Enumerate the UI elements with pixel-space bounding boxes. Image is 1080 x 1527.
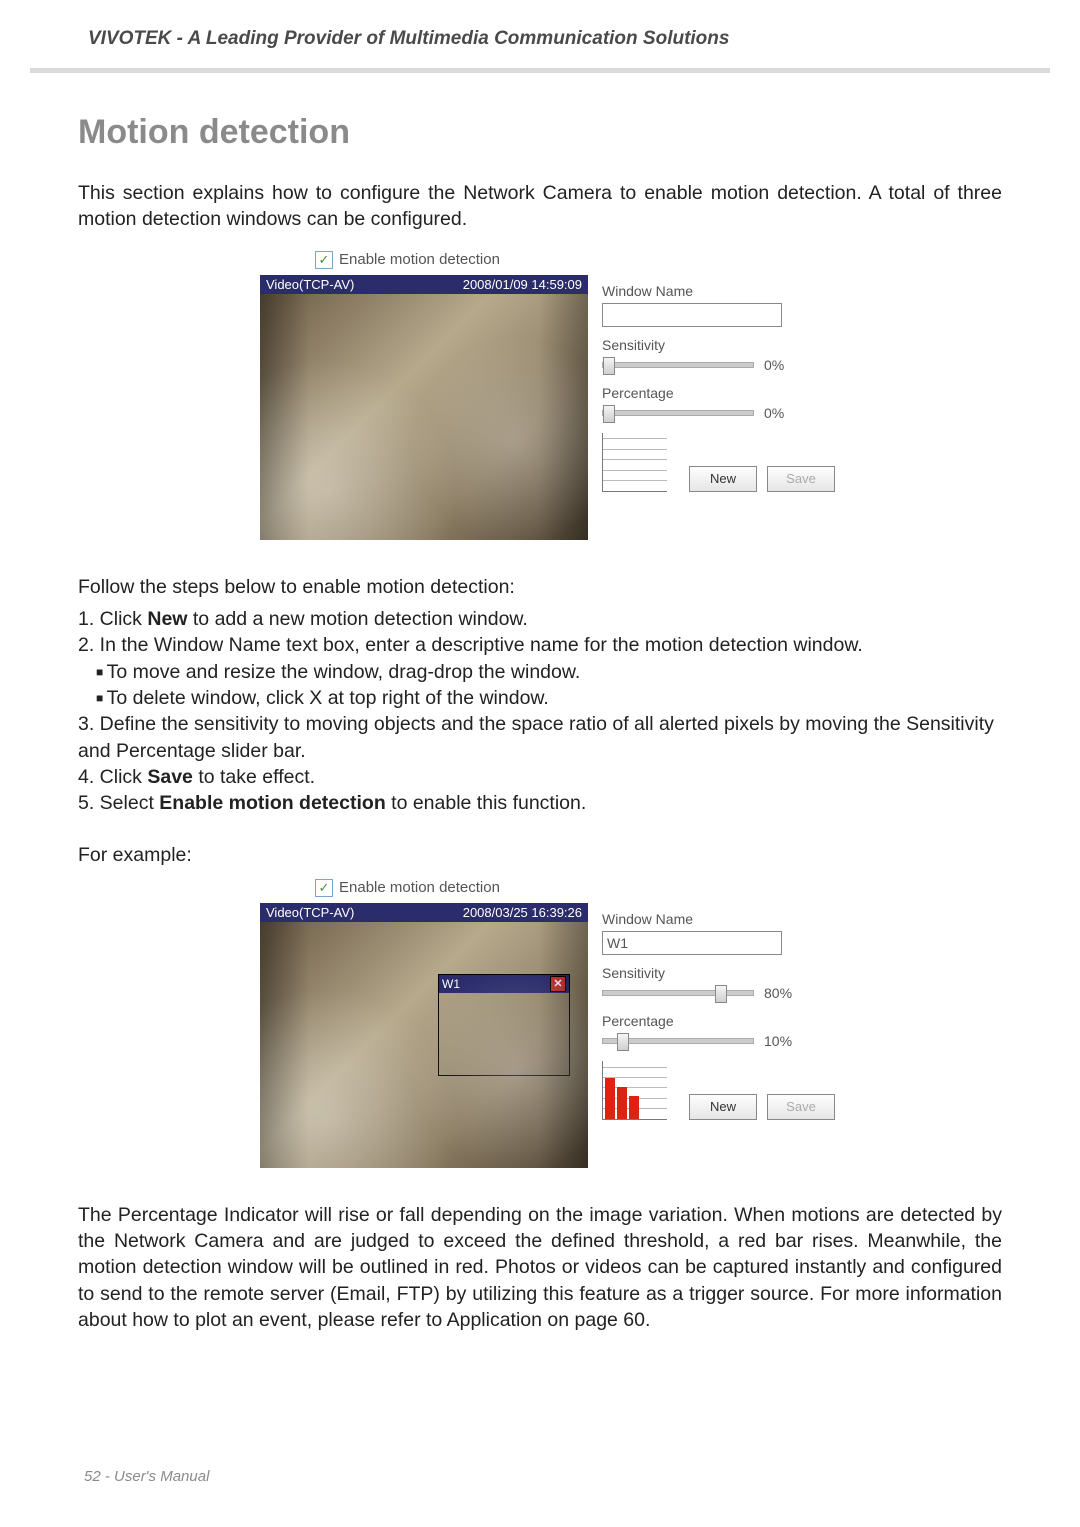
video-overlay: Video(TCP-AV) 2008/01/09 14:59:09	[260, 275, 588, 294]
percentage-slider[interactable]	[602, 1038, 754, 1044]
page-title: Motion detection	[78, 113, 1002, 152]
video-canvas[interactable]	[260, 294, 588, 540]
new-button[interactable]: New	[689, 1094, 757, 1120]
page-header: VIVOTEK - A Leading Provider of Multimed…	[30, 0, 1050, 73]
window-name-label: Window Name	[602, 911, 835, 927]
enable-checkbox[interactable]: ✓	[315, 251, 333, 269]
enable-checkbox[interactable]: ✓	[315, 879, 333, 897]
percentage-value: 0%	[764, 405, 802, 421]
page-footer: 52 - User's Manual	[84, 1468, 209, 1485]
intro-paragraph: This section explains how to configure t…	[78, 180, 1002, 233]
controls-pane: Window Name W1 Sensitivity 80% Percentag…	[602, 903, 835, 1168]
sensitivity-value: 0%	[764, 357, 802, 373]
motion-ui-initial: ✓ Enable motion detection Video(TCP-AV) …	[260, 251, 820, 540]
substep-move: To move and resize the window, drag-drop…	[96, 659, 1002, 685]
video-pane: Video(TCP-AV) 2008/03/25 16:39:26 W1 ✕	[260, 903, 588, 1168]
steps-list: 1. Click New to add a new motion detecti…	[78, 606, 1002, 817]
percentage-label: Percentage	[602, 385, 835, 401]
sensitivity-label: Sensitivity	[602, 965, 835, 981]
steps-intro: Follow the steps below to enable motion …	[78, 574, 1002, 600]
sensitivity-label: Sensitivity	[602, 337, 835, 353]
sensitivity-slider[interactable]	[602, 990, 754, 996]
sensitivity-value: 80%	[764, 985, 802, 1001]
percentage-thumb[interactable]	[617, 1033, 629, 1051]
percentage-slider[interactable]	[602, 410, 754, 416]
percentage-value: 10%	[764, 1033, 802, 1049]
roi-window[interactable]: W1 ✕	[438, 974, 570, 1076]
percentage-label: Percentage	[602, 1013, 835, 1029]
video-timestamp: 2008/03/25 16:39:26	[463, 905, 582, 920]
video-overlay: Video(TCP-AV) 2008/03/25 16:39:26	[260, 903, 588, 922]
substep-delete: To delete window, click X at top right o…	[96, 685, 1002, 711]
new-button[interactable]: New	[689, 466, 757, 492]
video-source: Video(TCP-AV)	[266, 905, 354, 920]
sensitivity-slider[interactable]	[602, 362, 754, 368]
motion-indicator	[602, 433, 667, 492]
video-source: Video(TCP-AV)	[266, 277, 354, 292]
explain-paragraph: The Percentage Indicator will rise or fa…	[78, 1202, 1002, 1334]
sensitivity-thumb[interactable]	[715, 985, 727, 1003]
close-icon[interactable]: ✕	[550, 976, 566, 992]
enable-label: Enable motion detection	[339, 251, 500, 268]
percentage-thumb[interactable]	[603, 405, 615, 423]
save-button[interactable]: Save	[767, 1094, 835, 1120]
roi-title: W1	[442, 977, 460, 991]
motion-ui-example: ✓ Enable motion detection Video(TCP-AV) …	[260, 879, 820, 1168]
controls-pane: Window Name Sensitivity 0% Percentage	[602, 275, 835, 540]
window-name-label: Window Name	[602, 283, 835, 299]
window-name-input[interactable]	[602, 303, 782, 327]
window-name-input[interactable]: W1	[602, 931, 782, 955]
banner-text: VIVOTEK - A Leading Provider of Multimed…	[30, 28, 1050, 50]
for-example-label: For example:	[78, 842, 1002, 868]
video-canvas[interactable]: W1 ✕	[260, 922, 588, 1168]
sensitivity-thumb[interactable]	[603, 357, 615, 375]
video-pane: Video(TCP-AV) 2008/01/09 14:59:09	[260, 275, 588, 540]
video-timestamp: 2008/01/09 14:59:09	[463, 277, 582, 292]
motion-indicator	[602, 1061, 667, 1120]
save-button[interactable]: Save	[767, 466, 835, 492]
enable-label: Enable motion detection	[339, 879, 500, 896]
